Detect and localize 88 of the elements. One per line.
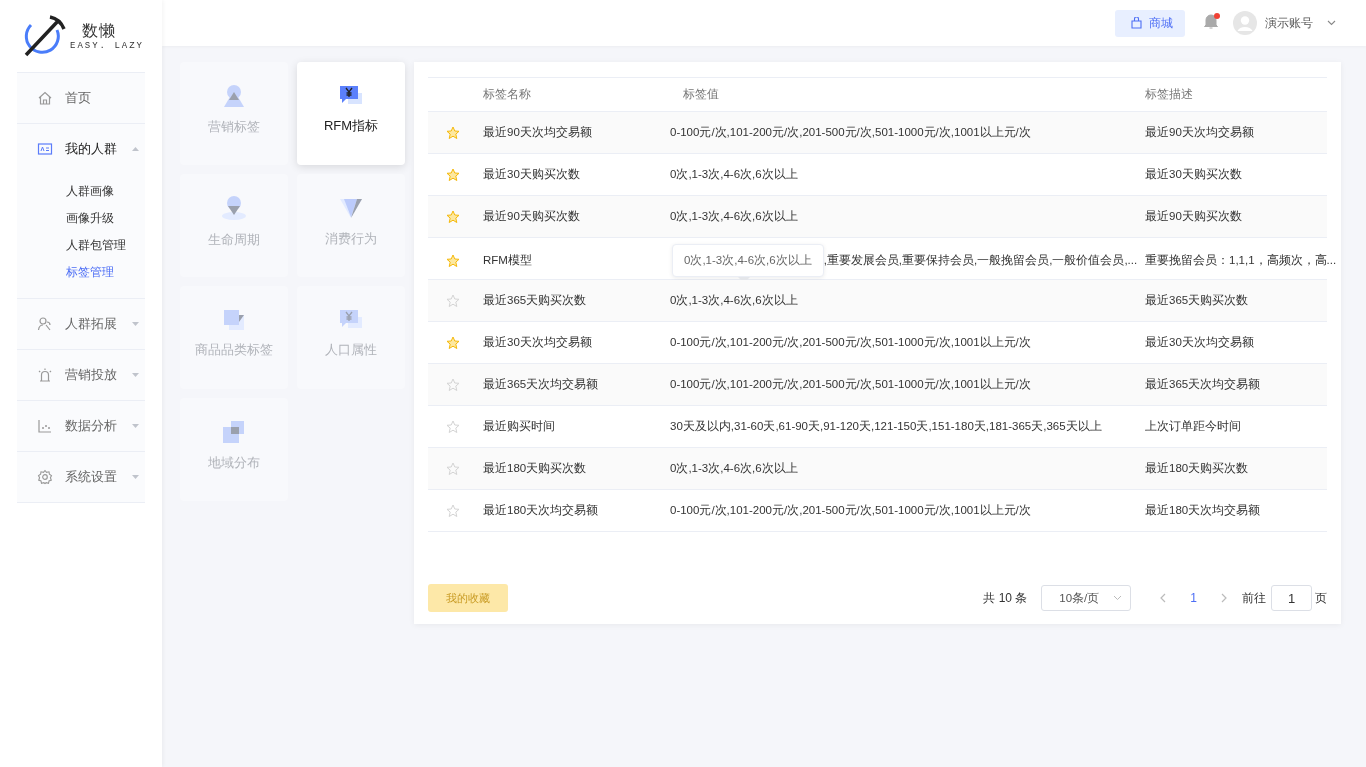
- menu-item[interactable]: 我的人群: [17, 124, 145, 174]
- table-cell-text: 最近90天购买次数: [482, 209, 581, 224]
- table-cell-text: 最近30天次均交易额: [482, 335, 593, 350]
- person-icon: [223, 83, 245, 108]
- shop-button[interactable]: 商城: [1115, 9, 1185, 37]
- caret-icon: [132, 475, 139, 479]
- column-header: 标签名称: [482, 87, 532, 102]
- avatar-icon[interactable]: [1233, 11, 1257, 35]
- submenu-item[interactable]: 标签管理: [17, 259, 145, 286]
- table-cell: 0-100元/次,101-200元/次,201-500元/次,501-1000元/次,1001以上元/次: [670, 503, 1031, 518]
- table-cell: ,重要发展会员,重要保持会员,一般挽留会员,一般价值会员,...: [823, 253, 1138, 268]
- table-cell-text: RFM模型: [482, 253, 533, 268]
- table-cell-text: 最近365天购买次数: [1144, 293, 1250, 308]
- table-cell-text: 最近180天购买次数: [1144, 461, 1250, 476]
- jump-label: 前往: [1242, 589, 1266, 607]
- yuan-chat-icon: [339, 84, 363, 107]
- tooltip: 0次,1-3次,4-6次,6次以上: [672, 244, 824, 283]
- chevron-down-icon: [1113, 595, 1123, 601]
- alarm-icon: [37, 367, 53, 383]
- table-cell-text: 最近90天次均交易额: [482, 125, 593, 140]
- settings-icon: [37, 469, 53, 485]
- table-cell: 0-100元/次,101-200元/次,201-500元/次,501-1000元/次,1001以上元/次: [670, 125, 1031, 140]
- overlapping-squares-icon: [222, 419, 246, 444]
- caret-icon: [132, 322, 139, 326]
- star-icon[interactable]: [446, 125, 460, 140]
- star-icon[interactable]: [446, 293, 460, 308]
- table-cell: 0-100元/次,101-200元/次,201-500元/次,501-1000元/次,1001以上元/次: [670, 377, 1031, 392]
- star-icon[interactable]: [446, 419, 460, 434]
- submenu-item[interactable]: 人群包管理: [17, 232, 145, 259]
- account-name[interactable]: 演示账号: [1265, 14, 1313, 32]
- table-cell-text: 最近90天次均交易额: [1144, 125, 1255, 140]
- table-cell: 0次,1-3次,4-6次,6次以上: [670, 167, 798, 182]
- column-header: 标签描述: [1144, 87, 1194, 102]
- table-cell-text: 最近30天购买次数: [482, 167, 581, 182]
- table-cell-text: 最近90天购买次数: [1144, 209, 1243, 224]
- table-cell-text: 最近365天次均交易额: [1144, 377, 1262, 392]
- home-icon: [37, 90, 53, 106]
- bag-icon: [1131, 17, 1142, 29]
- page-number[interactable]: 1: [1190, 591, 1197, 605]
- menu-item[interactable]: 人群拓展: [17, 299, 145, 349]
- star-icon[interactable]: [446, 461, 460, 476]
- table-cell: 0次,1-3次,4-6次,6次以上: [670, 461, 798, 476]
- table-cell-text: 最近180天次均交易额: [1144, 503, 1262, 518]
- table-cell-text: 最近180天购买次数: [482, 461, 588, 476]
- star-icon[interactable]: [446, 503, 460, 518]
- page-size-select[interactable]: 10条/页: [1041, 585, 1132, 611]
- table-cell: 0次,1-3次,4-6次,6次以上: [670, 293, 798, 308]
- yuan-chat-icon: [339, 308, 363, 331]
- people-icon: [37, 316, 53, 332]
- table-cell-text: 最近30天次均交易额: [1144, 335, 1255, 350]
- star-icon[interactable]: [446, 209, 460, 224]
- column-header: 标签值: [682, 87, 720, 102]
- caret-icon: [132, 147, 139, 151]
- star-icon[interactable]: [446, 167, 460, 182]
- id-card-icon: [37, 141, 53, 157]
- submenu-item[interactable]: 人群画像: [17, 178, 145, 205]
- table-cell: 30天及以内,31-60天,61-90天,91-120天,121-150天,151-180天,181-365天,365天以上: [670, 419, 1102, 434]
- submenu-item[interactable]: 画像升级: [17, 205, 145, 232]
- table-cell: 0-100元/次,101-200元/次,201-500元/次,501-1000元/次,1001以上元/次: [670, 335, 1031, 350]
- menu-item[interactable]: 系统设置: [17, 452, 145, 502]
- total-count: 共 10 条: [983, 589, 1028, 607]
- map-pin-icon: [219, 194, 249, 221]
- caret-icon: [132, 424, 139, 428]
- menu-item[interactable]: 营销投放: [17, 350, 145, 400]
- menu-item[interactable]: 数据分析: [17, 401, 145, 451]
- squares-icon: [223, 308, 245, 331]
- star-icon[interactable]: [446, 335, 460, 350]
- logo-tagline: EASY. LAZY: [70, 41, 144, 51]
- table-cell-text: 最近购买时间: [482, 419, 556, 434]
- page-unit: 页: [1315, 589, 1327, 607]
- table-cell-text: 上次订单距今时间: [1144, 419, 1242, 434]
- caret-icon: [132, 373, 139, 377]
- previous-page-icon[interactable]: [1159, 593, 1167, 603]
- star-icon[interactable]: [446, 377, 460, 392]
- bell-icon[interactable]: [1203, 12, 1219, 30]
- chevron-down-icon[interactable]: [1327, 20, 1336, 26]
- page-input[interactable]: 1: [1271, 585, 1312, 611]
- category-card[interactable]: RFM指标: [297, 62, 405, 165]
- chart-icon: [37, 418, 53, 434]
- table-cell-text: 最近30天购买次数: [1144, 167, 1243, 182]
- table-cell-text: 最近180天次均交易额: [482, 503, 600, 518]
- table-cell: 0次,1-3次,4-6次,6次以上: [670, 209, 798, 224]
- menu-item[interactable]: 首页: [17, 73, 145, 123]
- logo-text: 数懒: [82, 21, 116, 41]
- next-page-icon[interactable]: [1221, 593, 1228, 603]
- star-icon[interactable]: [446, 253, 460, 268]
- table-cell-text: 最近365天次均交易额: [482, 377, 600, 392]
- table-cell-text: 最近365天购买次数: [482, 293, 588, 308]
